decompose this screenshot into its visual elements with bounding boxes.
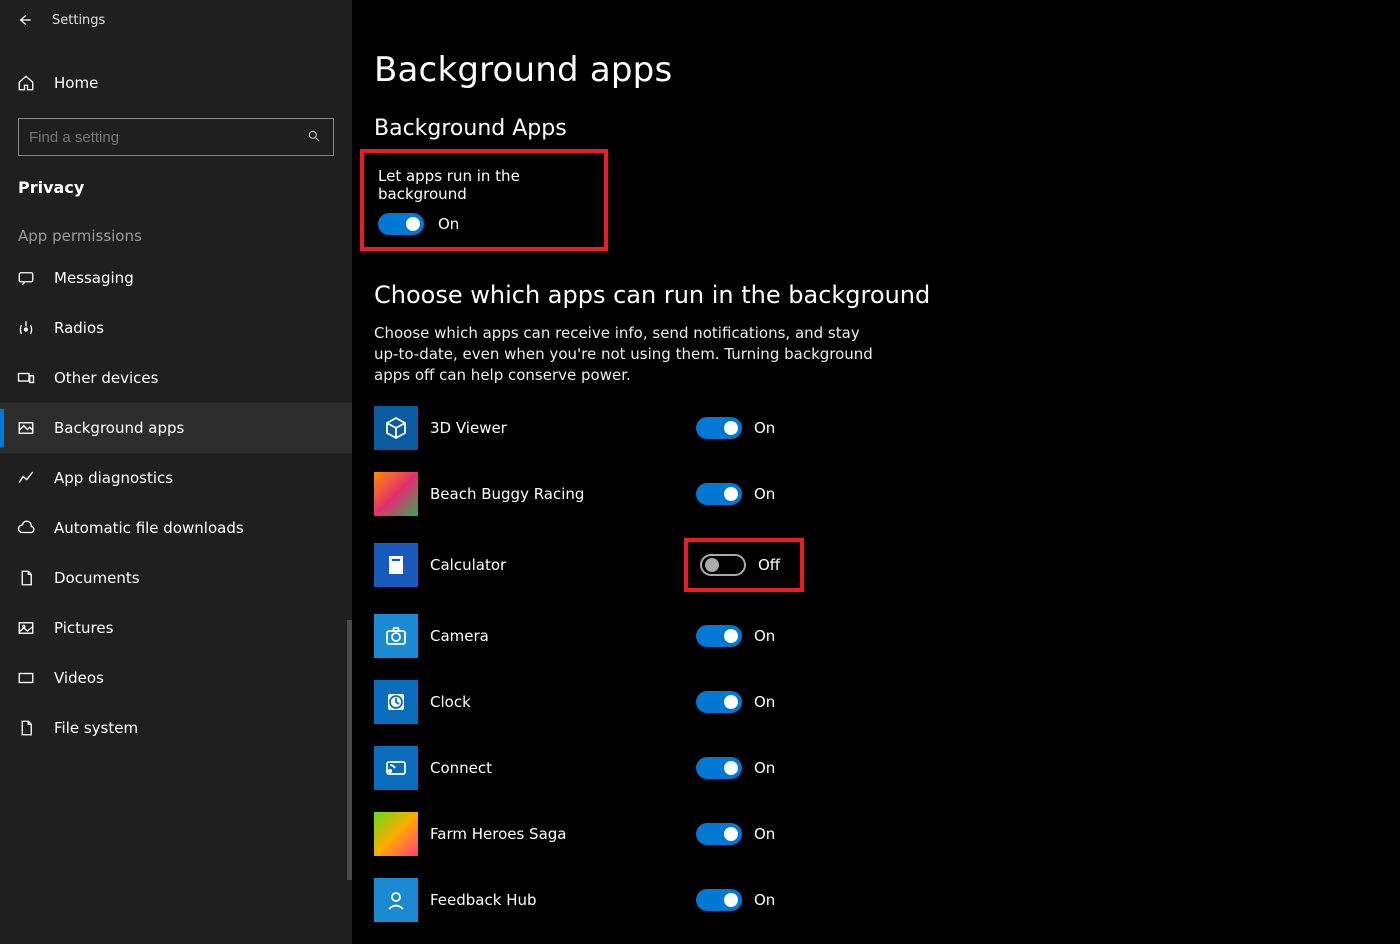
sidebar-item-label: Other devices xyxy=(54,369,158,387)
sidebar-item-videos[interactable]: Videos xyxy=(0,653,352,703)
app-toggle[interactable] xyxy=(696,691,742,713)
home-icon xyxy=(16,73,36,93)
app-toggle-state: On xyxy=(754,693,775,711)
app-toggle-state: Off xyxy=(758,556,780,574)
category-title: Privacy xyxy=(0,168,352,227)
search-input-wrapper[interactable] xyxy=(18,118,334,156)
master-toggle-highlight: Let apps run in the background On xyxy=(360,149,608,251)
sidebar: Settings Home xyxy=(0,0,352,944)
sidebar-item-label: Documents xyxy=(54,569,140,587)
app-name: Beach Buggy Racing xyxy=(430,485,696,503)
sidebar-item-label: App diagnostics xyxy=(54,469,173,487)
cloud-icon xyxy=(16,518,36,538)
sidebar-item-radios[interactable]: Radios xyxy=(0,303,352,353)
app-name: 3D Viewer xyxy=(430,419,696,437)
page-title: Background apps xyxy=(374,50,1400,90)
sidebar-item-label: Automatic file downloads xyxy=(54,519,244,537)
radio-icon xyxy=(16,318,36,338)
master-toggle-label: Let apps run in the background xyxy=(378,167,590,203)
app-name: Connect xyxy=(430,759,696,777)
app-row-calculator: Calculator Off xyxy=(374,538,1400,592)
master-toggle[interactable] xyxy=(378,213,424,235)
app-tile-icon xyxy=(374,543,418,587)
diag-icon xyxy=(16,468,36,488)
app-toggle[interactable] xyxy=(696,625,742,647)
app-toggle[interactable] xyxy=(696,889,742,911)
app-tile-icon xyxy=(374,614,418,658)
sidebar-item-home[interactable]: Home xyxy=(0,58,352,108)
sidebar-item-messaging[interactable]: Messaging xyxy=(0,253,352,303)
sidebar-item-label: Background apps xyxy=(54,419,184,437)
app-toggle-state: On xyxy=(754,891,775,909)
sidebar-item-file-system[interactable]: File system xyxy=(0,703,352,753)
back-icon[interactable] xyxy=(16,12,32,28)
app-tile-icon xyxy=(374,472,418,516)
app-name: Calculator xyxy=(430,556,696,574)
app-tile-icon xyxy=(374,406,418,450)
app-row-connect: Connect On xyxy=(374,746,1400,790)
section-title-apps: Choose which apps can run in the backgro… xyxy=(374,281,1400,309)
app-toggle[interactable] xyxy=(696,417,742,439)
sidebar-item-label: Pictures xyxy=(54,619,113,637)
sidebar-item-automatic-file-downloads[interactable]: Automatic file downloads xyxy=(0,503,352,553)
app-tile-icon xyxy=(374,878,418,922)
app-toggle-highlight: Off xyxy=(684,538,804,592)
sidebar-item-label: File system xyxy=(54,719,138,737)
sidebar-item-app-diagnostics[interactable]: App diagnostics xyxy=(0,453,352,503)
sidebar-item-documents[interactable]: Documents xyxy=(0,553,352,603)
app-tile-icon xyxy=(374,680,418,724)
app-name: Feedback Hub xyxy=(430,891,696,909)
app-row-clock: Clock On xyxy=(374,680,1400,724)
app-name: Clock xyxy=(430,693,696,711)
image-icon xyxy=(16,418,36,438)
sidebar-item-pictures[interactable]: Pictures xyxy=(0,603,352,653)
group-title: App permissions xyxy=(0,227,352,253)
picture-icon xyxy=(16,618,36,638)
master-toggle-state: On xyxy=(438,215,459,233)
sidebar-item-label: Radios xyxy=(54,319,104,337)
sidebar-item-label: Home xyxy=(54,74,98,92)
doc-icon xyxy=(16,568,36,588)
app-tile-icon xyxy=(374,812,418,856)
doc-icon xyxy=(16,718,36,738)
search-icon xyxy=(307,129,323,145)
section-title-master: Background Apps xyxy=(374,116,1400,141)
app-row-beach-buggy-racing: Beach Buggy Racing On xyxy=(374,472,1400,516)
window-title: Settings xyxy=(52,13,105,28)
search-input[interactable] xyxy=(29,129,307,146)
app-row-camera: Camera On xyxy=(374,614,1400,658)
sidebar-item-other-devices[interactable]: Other devices xyxy=(0,353,352,403)
app-name: Farm Heroes Saga xyxy=(430,825,696,843)
app-toggle-state: On xyxy=(754,627,775,645)
app-toggle-state: On xyxy=(754,419,775,437)
section-description: Choose which apps can receive info, send… xyxy=(374,323,874,386)
app-tile-icon xyxy=(374,746,418,790)
message-icon xyxy=(16,268,36,288)
devices-icon xyxy=(16,368,36,388)
app-toggle-state: On xyxy=(754,485,775,503)
main-panel: Background apps Background Apps Let apps… xyxy=(352,0,1400,944)
app-toggle-state: On xyxy=(754,825,775,843)
app-row-farm-heroes-saga: Farm Heroes Saga On xyxy=(374,812,1400,856)
app-row-feedback-hub: Feedback Hub On xyxy=(374,878,1400,922)
app-toggle[interactable] xyxy=(696,757,742,779)
app-row-3d-viewer: 3D Viewer On xyxy=(374,406,1400,450)
app-toggle-state: On xyxy=(754,759,775,777)
video-icon xyxy=(16,668,36,688)
sidebar-item-label: Videos xyxy=(54,669,104,687)
sidebar-item-background-apps[interactable]: Background apps xyxy=(0,403,352,453)
sidebar-item-label: Messaging xyxy=(54,269,134,287)
app-toggle[interactable] xyxy=(696,823,742,845)
app-name: Camera xyxy=(430,627,696,645)
app-toggle[interactable] xyxy=(700,554,746,576)
app-toggle[interactable] xyxy=(696,483,742,505)
